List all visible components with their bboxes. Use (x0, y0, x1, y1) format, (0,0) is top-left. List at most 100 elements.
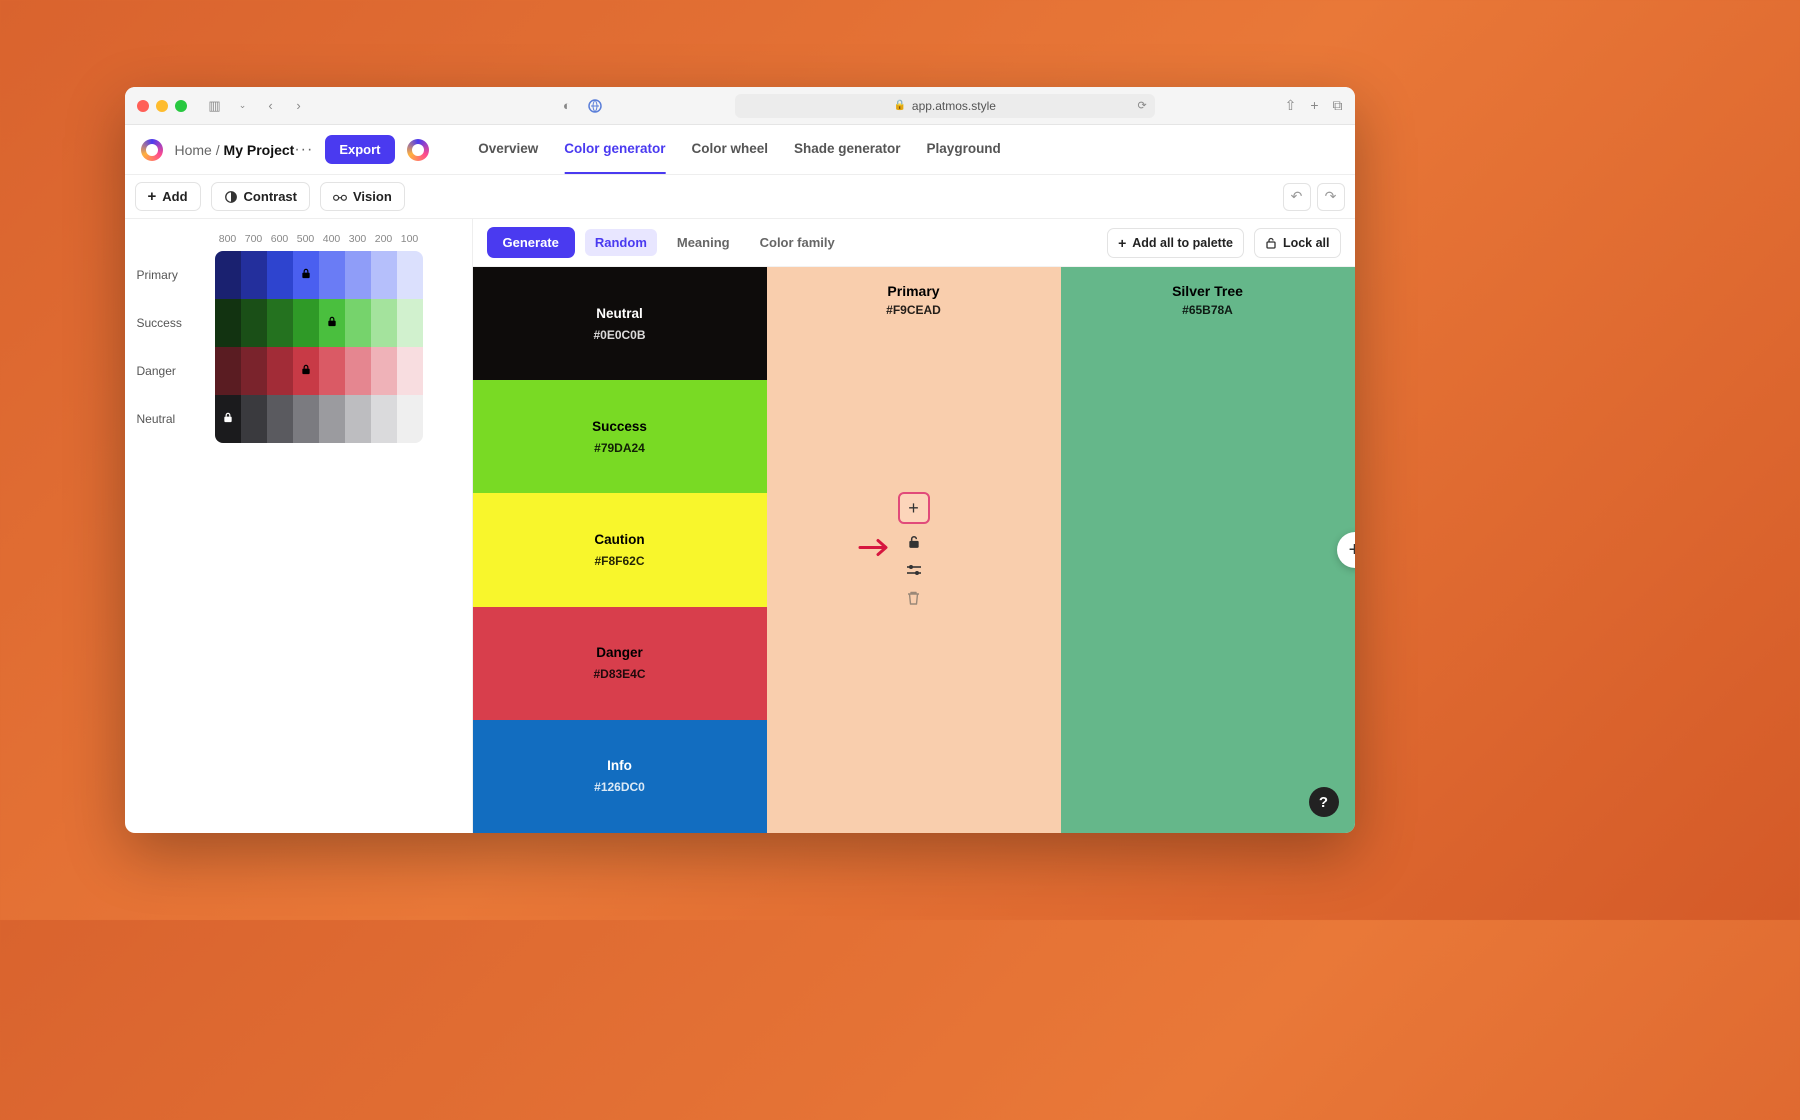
help-button[interactable]: ? (1309, 787, 1339, 817)
adjust-button[interactable] (904, 560, 924, 580)
stacked-color-row[interactable]: Info#126DC0 (473, 720, 767, 833)
color-column[interactable]: Silver Tree#65B78A (1061, 267, 1355, 833)
shade-row: Primary (137, 251, 460, 299)
shade-swatch[interactable] (371, 251, 397, 299)
stacked-color-row[interactable]: Success#79DA24 (473, 380, 767, 493)
tab-playground[interactable]: Playground (927, 125, 1001, 174)
minimize-window-icon[interactable] (156, 100, 168, 112)
shade-swatch[interactable] (215, 299, 241, 347)
shade-row: Neutral (137, 395, 460, 443)
shade-swatch[interactable] (241, 251, 267, 299)
contrast-label: Contrast (244, 189, 297, 204)
generate-button[interactable]: Generate (487, 227, 575, 258)
add-to-palette-button[interactable]: + (898, 492, 930, 524)
add-all-button[interactable]: + Add all to palette (1107, 228, 1244, 258)
shade-swatch[interactable] (319, 395, 345, 443)
tab-shade-generator[interactable]: Shade generator (794, 125, 901, 174)
color-name: Neutral (596, 306, 643, 321)
reload-icon[interactable]: ⟳ (1137, 99, 1146, 112)
color-column[interactable]: Neutral #0E0C0B Success#79DA24Caution#F8F6… (473, 267, 767, 833)
shade-swatch[interactable] (241, 299, 267, 347)
shade-swatch[interactable] (215, 395, 241, 443)
close-window-icon[interactable] (137, 100, 149, 112)
contrast-button[interactable]: Contrast (211, 182, 310, 211)
back-icon[interactable]: ‹ (261, 96, 281, 116)
maximize-window-icon[interactable] (175, 100, 187, 112)
shade-swatch[interactable] (267, 395, 293, 443)
share-icon[interactable]: ⇧ (1285, 97, 1297, 114)
forward-icon[interactable]: › (289, 96, 309, 116)
shade-swatch[interactable] (293, 299, 319, 347)
vision-button[interactable]: Vision (320, 182, 405, 211)
shade-swatch[interactable] (319, 347, 345, 395)
chip-random[interactable]: Random (585, 229, 657, 256)
shade-swatch[interactable] (397, 347, 423, 395)
shade-swatch[interactable] (345, 299, 371, 347)
shade-swatch[interactable] (241, 347, 267, 395)
shield-icon[interactable]: ◐ (557, 96, 577, 116)
breadcrumb-home[interactable]: Home (175, 142, 212, 158)
color-hex: #79DA24 (594, 441, 645, 455)
tab-overview[interactable]: Overview (478, 125, 538, 174)
chip-meaning[interactable]: Meaning (667, 229, 740, 256)
shade-swatch[interactable] (267, 299, 293, 347)
shade-level-label: 100 (397, 233, 423, 245)
shade-swatch[interactable] (293, 251, 319, 299)
app-logo[interactable] (141, 139, 163, 161)
shade-swatch[interactable] (345, 395, 371, 443)
url-text: app.atmos.style (912, 99, 996, 113)
avatar[interactable] (407, 139, 429, 161)
color-name: Silver Tree (1172, 283, 1243, 299)
shade-swatch[interactable] (397, 395, 423, 443)
shade-swatch[interactable] (215, 347, 241, 395)
color-columns: Neutral #0E0C0B Success#79DA24Caution#F8F6… (473, 267, 1355, 833)
shade-swatch[interactable] (267, 347, 293, 395)
new-tab-icon[interactable]: + (1310, 97, 1318, 114)
tab-color-generator[interactable]: Color generator (564, 125, 665, 174)
shade-level-label: 200 (371, 233, 397, 245)
add-button[interactable]: + Add (135, 182, 201, 211)
shade-row-label: Primary (137, 268, 215, 282)
shade-level-label: 700 (241, 233, 267, 245)
delete-button[interactable] (904, 588, 924, 608)
glasses-icon (333, 190, 347, 204)
shade-swatch[interactable] (371, 347, 397, 395)
stacked-color-row[interactable]: Danger#D83E4C (473, 607, 767, 720)
address-bar[interactable]: 🔒 app.atmos.style ⟳ (735, 94, 1155, 118)
shade-swatch[interactable] (397, 299, 423, 347)
shade-swatch[interactable] (293, 347, 319, 395)
lock-button[interactable] (904, 532, 924, 552)
shade-swatch[interactable] (371, 299, 397, 347)
redo-button[interactable]: ↷ (1317, 183, 1345, 211)
color-hex: #0E0C0B (593, 328, 645, 342)
shade-swatch[interactable] (319, 299, 345, 347)
lock-all-button[interactable]: Lock all (1254, 228, 1341, 258)
shade-swatch[interactable] (319, 251, 345, 299)
sidebar-toggle-icon[interactable]: ▥ (205, 96, 225, 116)
shade-swatch[interactable] (241, 395, 267, 443)
app-header: Home / My Project Overview Color generat… (125, 125, 1355, 175)
export-button[interactable]: Export (325, 135, 394, 164)
lock-icon (300, 364, 311, 378)
stacked-color-row[interactable]: Neutral #0E0C0B (473, 267, 767, 380)
shade-swatch[interactable] (397, 251, 423, 299)
shade-swatch[interactable] (293, 395, 319, 443)
more-icon[interactable]: ··· (294, 141, 313, 159)
lock-icon (326, 316, 337, 330)
breadcrumb-project[interactable]: My Project (224, 142, 295, 158)
tabs-icon[interactable]: ⧉ (1333, 97, 1343, 114)
shade-swatch[interactable] (345, 347, 371, 395)
color-column[interactable]: Primary#F9CEAD+ (767, 267, 1061, 833)
generator-bar-right: + Add all to palette Lock all (1107, 228, 1340, 258)
shade-swatch[interactable] (345, 251, 371, 299)
undo-button[interactable]: ↶ (1283, 183, 1311, 211)
shade-swatch[interactable] (215, 251, 241, 299)
shade-swatch[interactable] (267, 251, 293, 299)
breadcrumb: Home / My Project (175, 142, 295, 158)
chevron-down-icon[interactable]: ⌄ (233, 96, 253, 116)
privacy-icon[interactable] (585, 96, 605, 116)
stacked-color-row[interactable]: Caution#F8F62C (473, 493, 767, 606)
chip-color-family[interactable]: Color family (750, 229, 845, 256)
shade-swatch[interactable] (371, 395, 397, 443)
tab-color-wheel[interactable]: Color wheel (692, 125, 769, 174)
